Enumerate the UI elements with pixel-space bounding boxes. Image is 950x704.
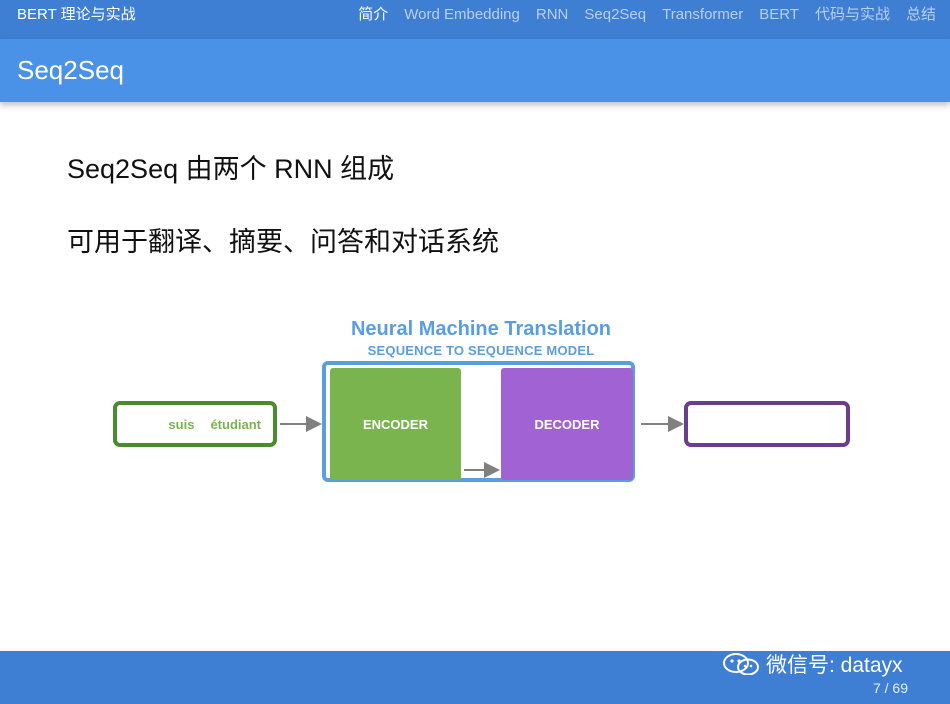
nav-item-seq2seq[interactable]: Seq2Seq	[584, 0, 646, 30]
section-title: Seq2Seq	[17, 55, 124, 85]
nav-item-word-embedding[interactable]: Word Embedding	[404, 0, 520, 30]
section-nav: 简介 Word Embedding RNN Seq2Seq Transforme…	[342, 0, 936, 30]
wechat-icon	[723, 652, 759, 675]
nav-item-summary[interactable]: 总结	[906, 0, 936, 30]
slide-footer: 微信号: datayx 7 / 69	[0, 651, 950, 704]
diagram-arrows	[280, 416, 684, 478]
nav-item-code-practice[interactable]: 代码与实战	[815, 0, 890, 30]
nav-item-bert[interactable]: BERT	[759, 0, 799, 30]
section-header: Seq2Seq	[0, 39, 950, 102]
wechat-id-text: 微信号: datayx	[766, 653, 903, 677]
top-nav-bar: BERT 理论与实战 简介 Word Embedding RNN Seq2Seq…	[0, 0, 950, 39]
slide-content: Seq2Seq 由两个 RNN 组成 可用于翻译、摘要、问答和对话系统 Neur…	[0, 102, 950, 651]
seq2seq-diagram: Neural Machine Translation SEQUENCE TO S…	[0, 102, 950, 651]
page-number: 7 / 69	[872, 680, 908, 696]
deck-title: BERT 理论与实战	[17, 6, 136, 23]
nav-item-intro[interactable]: 简介	[358, 0, 388, 30]
wechat-watermark: 微信号: datayx	[722, 651, 903, 677]
nav-item-transformer[interactable]: Transformer	[662, 0, 743, 30]
nav-item-rnn[interactable]: RNN	[536, 0, 569, 30]
